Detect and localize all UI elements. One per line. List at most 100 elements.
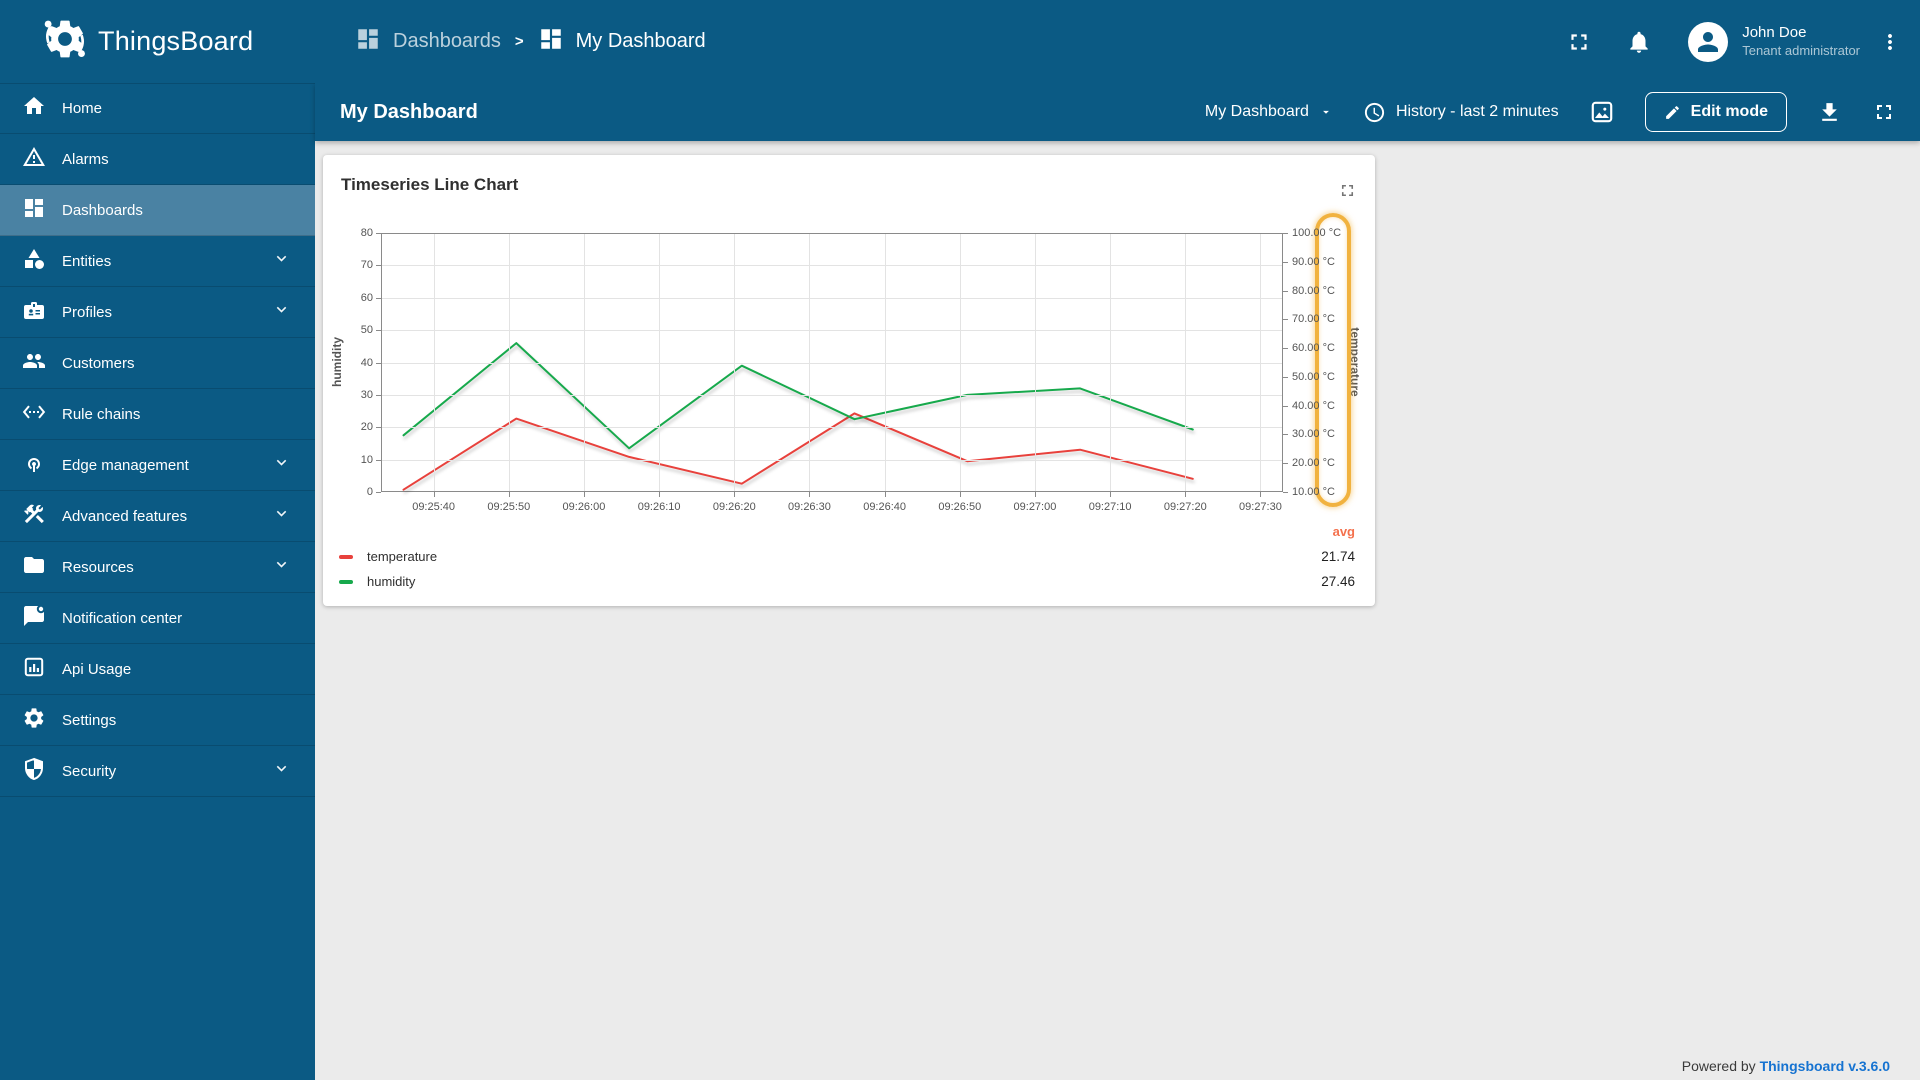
chevron-down-icon bbox=[272, 759, 291, 783]
y-tick-label-left: 70 bbox=[360, 259, 373, 272]
x-tick-mark bbox=[809, 492, 811, 497]
sidebar-item-notification-center[interactable]: Notification center bbox=[0, 593, 315, 644]
y-tick-mark bbox=[1283, 463, 1288, 465]
toolbar-actions: My Dashboard History - last 2 minutes Ed… bbox=[1205, 83, 1896, 141]
chevron-down-icon bbox=[1323, 110, 1329, 114]
x-tick-mark bbox=[1260, 492, 1262, 497]
y-tick-mark bbox=[1283, 405, 1288, 407]
x-tick-label: 09:27:10 bbox=[1088, 501, 1132, 513]
sidebar-item-label: Security bbox=[62, 762, 117, 780]
chevron-down-icon bbox=[272, 249, 291, 273]
sidebar-item-alarms[interactable]: Alarms bbox=[0, 134, 315, 185]
sidebar-item-entities[interactable]: Entities bbox=[0, 236, 315, 287]
edit-icon bbox=[1665, 105, 1679, 119]
y-tick-mark bbox=[1283, 348, 1288, 350]
customers-icon bbox=[22, 349, 46, 378]
sidebar-item-home[interactable]: Home bbox=[0, 83, 315, 134]
notification-center-icon bbox=[22, 604, 46, 633]
sidebar-item-resources[interactable]: Resources bbox=[0, 542, 315, 593]
sidebar-item-security[interactable]: Security bbox=[0, 746, 315, 797]
x-tick-label: 09:26:30 bbox=[788, 501, 831, 513]
alarms-icon bbox=[22, 145, 46, 174]
gridline-v bbox=[583, 234, 585, 491]
sidebar-item-label: Notification center bbox=[62, 609, 183, 627]
sidebar-item-label: Edge management bbox=[62, 456, 189, 474]
sidebar-item-settings[interactable]: Settings bbox=[0, 695, 315, 746]
x-tick-mark bbox=[1110, 492, 1112, 497]
dashboards-icon bbox=[355, 26, 381, 57]
chevron-down-icon bbox=[272, 504, 291, 528]
y-tick-label-right: 20.00 °C bbox=[1292, 457, 1335, 470]
chevron-down-icon bbox=[272, 555, 291, 579]
y-tick-label-right: 40.00 °C bbox=[1292, 399, 1335, 412]
y-tick-mark bbox=[376, 459, 381, 461]
y-tick-mark bbox=[1283, 492, 1288, 493]
sidebar-item-label: Profiles bbox=[62, 303, 113, 321]
humidity-avg-value: 27.46 bbox=[1321, 574, 1355, 589]
timewindow-button[interactable]: History - last 2 minutes bbox=[1363, 101, 1559, 124]
legend-item-humidity[interactable]: humidity 27.46 bbox=[339, 569, 1355, 594]
sidebar-item-label: Dashboards bbox=[62, 201, 143, 219]
settings-icon bbox=[22, 706, 46, 735]
gridline-v bbox=[734, 234, 736, 491]
sidebar-item-label: Resources bbox=[62, 558, 134, 576]
gridline-v bbox=[884, 234, 886, 491]
sidebar-item-api-usage[interactable]: Api Usage bbox=[0, 644, 315, 695]
y-tick-mark bbox=[376, 330, 381, 332]
notifications-icon[interactable] bbox=[1626, 29, 1652, 55]
dashboard-select[interactable]: My Dashboard bbox=[1205, 103, 1333, 121]
sidebar-item-customers[interactable]: Customers bbox=[0, 338, 315, 389]
sidebar-item-label: Home bbox=[62, 100, 103, 117]
x-tick-label: 09:27:30 bbox=[1239, 501, 1282, 513]
y-tick-label-left: 30 bbox=[360, 388, 373, 401]
edit-mode-button[interactable]: Edit mode bbox=[1644, 92, 1787, 132]
y-tick-mark bbox=[376, 492, 381, 493]
sidebar-item-rule-chains[interactable]: Rule chains bbox=[0, 389, 315, 440]
timeseries-widget-card: Timeseries Line Chart humidity temperatu… bbox=[323, 155, 1375, 606]
gridline-v bbox=[1185, 234, 1187, 491]
breadcrumb-my-dashboard[interactable]: My Dashboard bbox=[538, 26, 706, 57]
y-tick-label-right: 10.00 °C bbox=[1292, 486, 1335, 498]
y-tick-label-right: 90.00 °C bbox=[1292, 255, 1335, 268]
sidebar-item-profiles[interactable]: Profiles bbox=[0, 287, 315, 338]
x-tick-label: 09:25:50 bbox=[487, 501, 531, 513]
gridline-v bbox=[1110, 234, 1112, 491]
thingsboard-version-link[interactable]: Thingsboard v.3.6.0 bbox=[1760, 1058, 1890, 1074]
y-tick-mark bbox=[376, 362, 381, 364]
avatar[interactable] bbox=[1688, 21, 1729, 62]
sidebar-item-dashboards[interactable]: Dashboards bbox=[0, 185, 315, 236]
sidebar-item-label: Entities bbox=[62, 252, 112, 270]
temperature-line-swatch bbox=[339, 554, 353, 559]
chart-legend: avg temperature 21.74 humidity 27.46 bbox=[339, 519, 1355, 594]
user-name: John Doe bbox=[1742, 24, 1807, 41]
more-vert-icon[interactable] bbox=[1878, 30, 1902, 54]
chevron-down-icon bbox=[272, 300, 291, 324]
sidebar-item-advanced-features[interactable]: Advanced features bbox=[0, 491, 315, 542]
fullscreen-icon[interactable] bbox=[1872, 100, 1896, 124]
user-menu[interactable]: John Doe Tenant administrator bbox=[1742, 24, 1860, 59]
logo[interactable]: ThingsBoard bbox=[0, 16, 315, 67]
x-tick-label: 09:27:00 bbox=[1013, 501, 1057, 513]
humidity-line-swatch bbox=[339, 579, 353, 584]
gridline-v bbox=[433, 234, 435, 491]
gridline-h bbox=[382, 362, 1282, 364]
gridline-h bbox=[382, 394, 1282, 396]
gridline-v bbox=[959, 234, 961, 491]
breadcrumb: Dashboards > My Dashboard bbox=[355, 26, 706, 57]
breadcrumb-dashboards[interactable]: Dashboards bbox=[355, 26, 501, 57]
page-title: My Dashboard bbox=[340, 100, 478, 123]
sidebar: Home Alarms Dashboards Entities Profiles Cust… bbox=[0, 83, 315, 1080]
y-tick-label-right: 60.00 °C bbox=[1292, 342, 1335, 355]
x-tick-mark bbox=[1034, 492, 1036, 497]
legend-item-temperature[interactable]: temperature 21.74 bbox=[339, 544, 1355, 569]
fullscreen-icon[interactable] bbox=[1566, 29, 1592, 55]
download-icon[interactable] bbox=[1817, 100, 1842, 125]
user-role: Tenant administrator bbox=[1742, 42, 1860, 58]
x-tick-mark bbox=[1185, 492, 1187, 497]
sidebar-item-edge-management[interactable]: Edge management bbox=[0, 440, 315, 491]
thingsboard-app: ThingsBoard Dashboards > My Dashboard Jo… bbox=[0, 0, 1920, 1080]
image-icon[interactable] bbox=[1589, 99, 1615, 125]
y-tick-mark bbox=[376, 394, 381, 396]
advanced-features-icon bbox=[22, 502, 46, 531]
x-tick-label: 09:25:40 bbox=[412, 501, 456, 513]
